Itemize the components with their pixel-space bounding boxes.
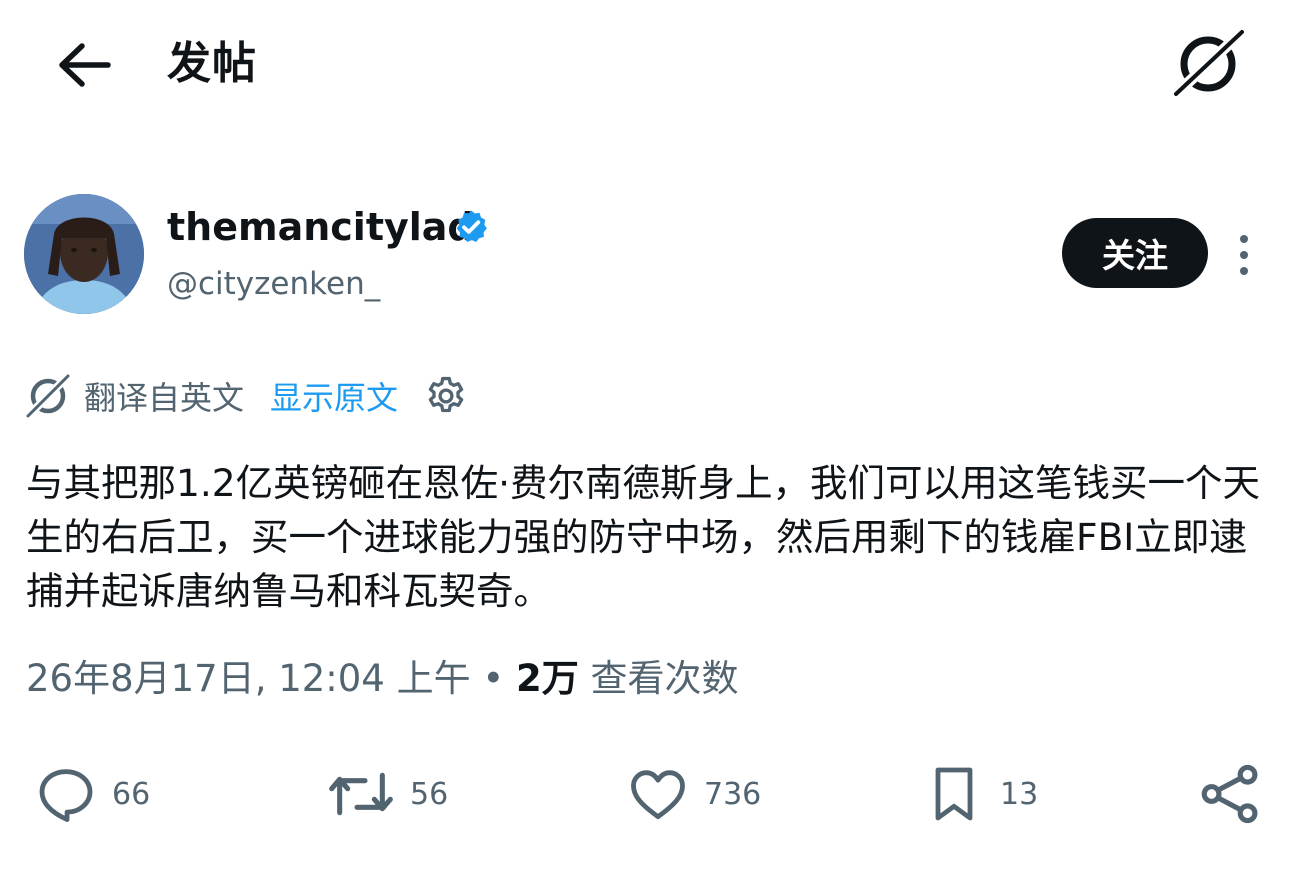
follow-button[interactable]: 关注 <box>1062 218 1208 288</box>
grok-translate-icon <box>24 372 72 420</box>
post-meta: 26年8月17日, 12:04 上午 • 2万 查看次数 <box>26 654 739 704</box>
like-count: 736 <box>704 776 762 812</box>
gear-icon[interactable] <box>424 374 468 418</box>
user-handle[interactable]: @cityzenken_ <box>167 264 380 304</box>
reply-count: 66 <box>112 776 151 812</box>
meta-separator: • <box>470 657 516 700</box>
repost-count: 56 <box>410 776 449 812</box>
share-icon <box>1201 764 1258 824</box>
more-vertical-icon <box>1240 235 1248 275</box>
bookmark-button[interactable]: 13 <box>922 752 1038 836</box>
back-button[interactable] <box>52 38 116 92</box>
display-name[interactable]: themancitylad <box>167 204 475 250</box>
post-timestamp[interactable]: 26年8月17日, 12:04 上午 <box>26 657 471 700</box>
repost-button[interactable]: 56 <box>326 752 448 836</box>
show-original-link[interactable]: 显示原文 <box>270 373 398 419</box>
repost-icon <box>329 772 393 816</box>
post-actions-bar: 66 56 736 13 <box>0 752 1291 836</box>
views-count: 2万 <box>515 657 579 700</box>
avatar-image <box>24 194 144 314</box>
translated-from-label: 翻译自英文 <box>84 379 245 417</box>
post-text: 与其把那1.2亿英镑砸在恩佐·费尔南德斯身上，我们可以用这笔钱买一个天生的右后卫… <box>26 461 1261 613</box>
verified-badge-icon <box>456 210 487 243</box>
avatar[interactable] <box>24 194 144 314</box>
views-label: 查看次数 <box>578 657 739 700</box>
heart-icon <box>631 770 685 820</box>
reply-icon <box>39 769 93 822</box>
bookmark-icon <box>935 767 973 821</box>
share-button[interactable] <box>1196 752 1264 836</box>
translation-bar: 翻译自英文 显示原文 <box>24 372 468 420</box>
post-detail-page: 发帖 themancitylad @cityzenken_ 关注 翻译自英文 显… <box>0 0 1291 875</box>
page-title: 发帖 <box>167 38 257 89</box>
grok-button[interactable] <box>1170 26 1248 100</box>
bookmark-count: 13 <box>1000 776 1039 812</box>
grok-icon <box>1170 26 1248 100</box>
like-button[interactable]: 736 <box>626 752 761 836</box>
more-options-button[interactable] <box>1232 232 1256 278</box>
arrow-left-icon <box>59 43 111 87</box>
reply-button[interactable]: 66 <box>34 752 150 836</box>
